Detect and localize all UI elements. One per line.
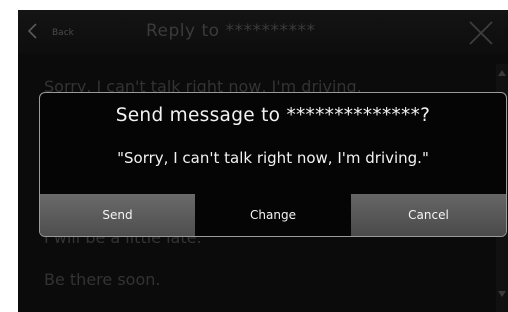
list-item[interactable]: Be there soon. [44,270,160,289]
dialog-message: "Sorry, I can't talk right now, I'm driv… [117,149,429,167]
head-unit-screen: Back Reply to ********** Sorry, I can't … [18,10,508,312]
change-button[interactable]: Change [195,194,351,236]
dialog-button-bar: Send Change Cancel [40,194,506,236]
dialog-title: Send message to **************? [115,105,431,126]
scroll-down-icon[interactable] [498,291,506,297]
confirm-dialog: Send message to **************? "Sorry, … [39,92,507,237]
back-button[interactable]: Back [24,16,84,48]
scroll-up-icon[interactable] [498,70,506,76]
top-bar: Back Reply to ********** [18,10,508,54]
cancel-button[interactable]: Cancel [351,194,506,236]
chevron-left-icon [28,23,37,39]
page-title: Reply to ********** [146,21,316,41]
close-icon[interactable] [468,20,494,46]
back-label: Back [52,28,74,38]
send-button[interactable]: Send [40,194,195,236]
